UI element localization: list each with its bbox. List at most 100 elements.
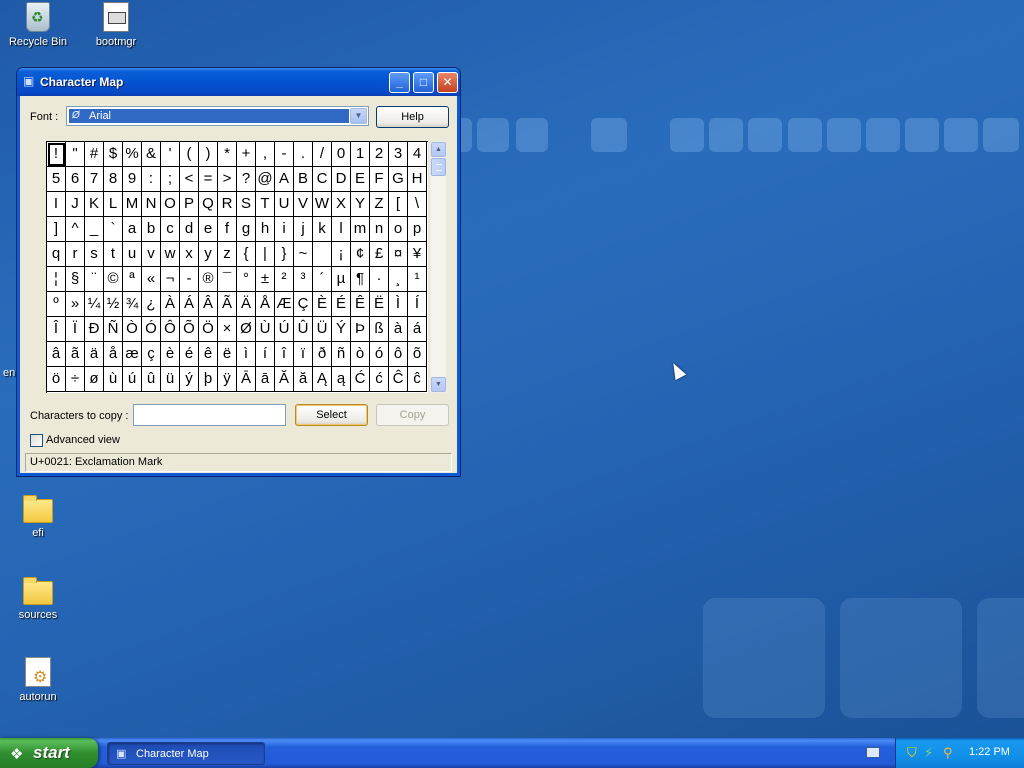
font-dropdown[interactable]: Ø Arial ▼ (66, 106, 369, 126)
character-cell[interactable]: e (199, 217, 218, 242)
character-cell[interactable]: ù (104, 367, 123, 392)
character-cell[interactable]: & (142, 142, 161, 167)
character-cell[interactable]: Ò (123, 317, 142, 342)
character-cell[interactable]: n (370, 217, 389, 242)
character-cell[interactable]: = (199, 167, 218, 192)
character-cell[interactable]: ) (199, 142, 218, 167)
character-cell[interactable]: Ë (370, 292, 389, 317)
character-cell[interactable]: å (104, 342, 123, 367)
scrollbar-thumb[interactable] (431, 158, 446, 176)
character-cell[interactable]: § (66, 267, 85, 292)
character-cell[interactable]: L (104, 192, 123, 217)
character-cell[interactable]: Á (180, 292, 199, 317)
character-cell[interactable]: ð (313, 342, 332, 367)
character-cell[interactable]: ô (389, 342, 408, 367)
character-cell[interactable]: Ð (85, 317, 104, 342)
character-cell[interactable]: ³ (294, 267, 313, 292)
character-cell[interactable]: è (161, 342, 180, 367)
character-cell[interactable]: W (313, 192, 332, 217)
desktop-icon-recycle-bin[interactable]: Recycle Bin (0, 2, 76, 48)
character-cell[interactable]: ć (370, 367, 389, 392)
character-cell[interactable]: $ (104, 142, 123, 167)
character-cell[interactable] (313, 242, 332, 267)
character-cell[interactable]: ' (161, 142, 180, 167)
character-cell[interactable]: ¸ (389, 267, 408, 292)
keyboard-icon[interactable] (866, 747, 880, 758)
character-cell[interactable]: ç (142, 342, 161, 367)
character-cell[interactable]: þ (199, 367, 218, 392)
character-cell[interactable]: b (142, 217, 161, 242)
character-cell[interactable]: ÿ (218, 367, 237, 392)
character-cell[interactable]: À (161, 292, 180, 317)
character-cell[interactable]: Ù (256, 317, 275, 342)
copy-button[interactable]: Copy (376, 404, 449, 426)
scroll-up-icon[interactable]: ▲ (431, 142, 446, 157)
desktop-icon-sources[interactable]: sources (0, 577, 76, 621)
advanced-view-checkbox[interactable] (30, 434, 43, 447)
character-cell[interactable]: i (275, 217, 294, 242)
character-cell[interactable]: ¶ (351, 267, 370, 292)
scroll-down-icon[interactable]: ▼ (431, 377, 446, 392)
character-cell[interactable]: f (218, 217, 237, 242)
character-cell[interactable]: Â (199, 292, 218, 317)
partial-desktop-icon-label[interactable]: en (3, 367, 15, 379)
character-cell[interactable]: Ñ (104, 317, 123, 342)
character-cell[interactable]: ¥ (408, 242, 427, 267)
character-cell[interactable]: ò (351, 342, 370, 367)
character-cell[interactable]: Ĉ (389, 367, 408, 392)
character-cell[interactable]: Ú (275, 317, 294, 342)
character-cell[interactable]: } (275, 242, 294, 267)
character-cell[interactable]: O (161, 192, 180, 217)
character-cell[interactable]: ü (161, 367, 180, 392)
minimize-button[interactable]: _ (389, 72, 410, 93)
character-cell[interactable]: á (408, 317, 427, 342)
maximize-button[interactable]: □ (413, 72, 434, 93)
character-cell[interactable]: x (180, 242, 199, 267)
character-cell[interactable]: - (275, 142, 294, 167)
character-cell[interactable]: Ã (218, 292, 237, 317)
character-cell[interactable]: Ø (237, 317, 256, 342)
character-cell[interactable]: Ì (389, 292, 408, 317)
character-cell[interactable]: r (66, 242, 85, 267)
character-cell[interactable]: ó (370, 342, 389, 367)
character-cell[interactable]: ø (85, 367, 104, 392)
character-cell[interactable]: J (66, 192, 85, 217)
character-cell[interactable]: 1 (351, 142, 370, 167)
character-cell[interactable]: t (104, 242, 123, 267)
character-cell[interactable]: ± (256, 267, 275, 292)
character-cell[interactable]: s (85, 242, 104, 267)
character-cell[interactable]: A (275, 167, 294, 192)
character-cell[interactable]: ; (161, 167, 180, 192)
character-cell[interactable]: % (123, 142, 142, 167)
character-cell[interactable]: Û (294, 317, 313, 342)
character-cell[interactable]: ß (370, 317, 389, 342)
character-cell[interactable]: a (123, 217, 142, 242)
character-cell[interactable]: » (66, 292, 85, 317)
desktop-icon-autorun[interactable]: autorun (0, 657, 76, 703)
character-cell[interactable]: h (256, 217, 275, 242)
character-cell[interactable]: 8 (104, 167, 123, 192)
character-cell[interactable]: Ą (313, 367, 332, 392)
character-cell[interactable]: Ä (237, 292, 256, 317)
character-cell[interactable]: - (180, 267, 199, 292)
select-button[interactable]: Select (295, 404, 368, 426)
character-cell[interactable]: ú (123, 367, 142, 392)
character-cell[interactable]: â (47, 342, 66, 367)
character-cell[interactable]: Ă (275, 367, 294, 392)
start-button[interactable]: ❖ start (0, 738, 98, 768)
character-cell[interactable]: k (313, 217, 332, 242)
character-cell[interactable]: Z (370, 192, 389, 217)
character-cell[interactable]: ö (47, 367, 66, 392)
character-cell[interactable]: 7 (85, 167, 104, 192)
character-cell[interactable]: \ (408, 192, 427, 217)
character-cell[interactable]: ! (47, 142, 66, 167)
character-cell[interactable]: 5 (47, 167, 66, 192)
character-cell[interactable]: K (85, 192, 104, 217)
character-grid[interactable]: ! " # $% & '() * +, -./0 1 2 3 4 5 6 7 8 9:; < = >? @ A B C D E F G H… (46, 141, 428, 393)
character-cell[interactable]: y (199, 242, 218, 267)
character-cell[interactable]: X (332, 192, 351, 217)
character-cell[interactable]: « (142, 267, 161, 292)
desktop-icon-bootmgr[interactable]: bootmgr (78, 2, 154, 48)
character-cell[interactable]: / (313, 142, 332, 167)
character-cell[interactable]: ª (123, 267, 142, 292)
